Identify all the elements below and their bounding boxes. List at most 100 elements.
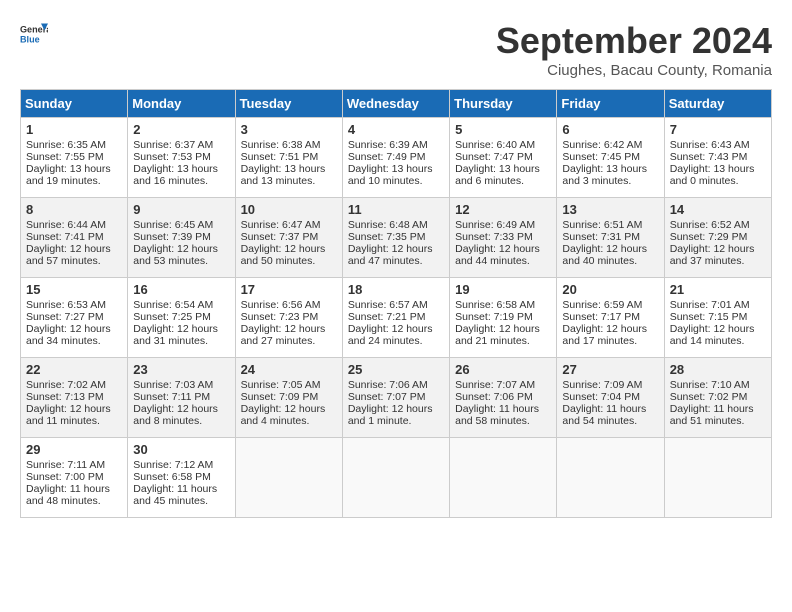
table-row: 6Sunrise: 6:42 AMSunset: 7:45 PMDaylight… <box>557 118 664 198</box>
table-row <box>557 438 664 518</box>
logo: General Blue <box>20 20 48 48</box>
day-number: 3 <box>241 122 337 137</box>
sunrise-text: Sunrise: 6:44 AM <box>26 219 106 231</box>
day-number: 10 <box>241 202 337 217</box>
col-saturday: Saturday <box>664 90 771 118</box>
sunrise-text: Sunrise: 7:12 AM <box>133 459 213 471</box>
sunrise-text: Sunrise: 6:45 AM <box>133 219 213 231</box>
sunrise-text: Sunrise: 6:35 AM <box>26 139 106 151</box>
day-number: 21 <box>670 282 766 297</box>
table-row: 22Sunrise: 7:02 AMSunset: 7:13 PMDayligh… <box>21 358 128 438</box>
sunset-text: Sunset: 7:15 PM <box>670 311 748 323</box>
daylight-label: Daylight: 13 hours and 13 minutes. <box>241 163 326 187</box>
sunrise-text: Sunrise: 7:05 AM <box>241 379 321 391</box>
sunset-text: Sunset: 7:47 PM <box>455 151 533 163</box>
sunrise-text: Sunrise: 6:37 AM <box>133 139 213 151</box>
sunrise-text: Sunrise: 6:51 AM <box>562 219 642 231</box>
daylight-label: Daylight: 12 hours and 34 minutes. <box>26 323 111 347</box>
sunset-text: Sunset: 7:07 PM <box>348 391 426 403</box>
table-row: 7Sunrise: 6:43 AMSunset: 7:43 PMDaylight… <box>664 118 771 198</box>
day-number: 1 <box>26 122 122 137</box>
table-row: 13Sunrise: 6:51 AMSunset: 7:31 PMDayligh… <box>557 198 664 278</box>
sunrise-text: Sunrise: 6:39 AM <box>348 139 428 151</box>
daylight-label: Daylight: 12 hours and 27 minutes. <box>241 323 326 347</box>
table-row: 4Sunrise: 6:39 AMSunset: 7:49 PMDaylight… <box>342 118 449 198</box>
table-row <box>235 438 342 518</box>
daylight-label: Daylight: 11 hours and 45 minutes. <box>133 483 217 507</box>
daylight-label: Daylight: 12 hours and 44 minutes. <box>455 243 540 267</box>
col-wednesday: Wednesday <box>342 90 449 118</box>
table-row: 24Sunrise: 7:05 AMSunset: 7:09 PMDayligh… <box>235 358 342 438</box>
sunrise-text: Sunrise: 6:43 AM <box>670 139 750 151</box>
sunrise-text: Sunrise: 7:10 AM <box>670 379 750 391</box>
sunset-text: Sunset: 7:02 PM <box>670 391 748 403</box>
day-number: 12 <box>455 202 551 217</box>
daylight-label: Daylight: 12 hours and 40 minutes. <box>562 243 647 267</box>
header-row: Sunday Monday Tuesday Wednesday Thursday… <box>21 90 772 118</box>
daylight-label: Daylight: 12 hours and 1 minute. <box>348 403 433 427</box>
table-row: 3Sunrise: 6:38 AMSunset: 7:51 PMDaylight… <box>235 118 342 198</box>
day-number: 6 <box>562 122 658 137</box>
day-number: 24 <box>241 362 337 377</box>
sunrise-text: Sunrise: 6:54 AM <box>133 299 213 311</box>
sunset-text: Sunset: 7:43 PM <box>670 151 748 163</box>
sunrise-text: Sunrise: 6:57 AM <box>348 299 428 311</box>
month-title: September 2024 <box>496 20 772 62</box>
sunset-text: Sunset: 7:23 PM <box>241 311 319 323</box>
table-row <box>342 438 449 518</box>
table-row: 25Sunrise: 7:06 AMSunset: 7:07 PMDayligh… <box>342 358 449 438</box>
sunrise-text: Sunrise: 6:47 AM <box>241 219 321 231</box>
col-monday: Monday <box>128 90 235 118</box>
sunrise-text: Sunrise: 7:11 AM <box>26 459 105 471</box>
table-row: 1Sunrise: 6:35 AMSunset: 7:55 PMDaylight… <box>21 118 128 198</box>
daylight-label: Daylight: 12 hours and 53 minutes. <box>133 243 218 267</box>
table-row: 9Sunrise: 6:45 AMSunset: 7:39 PMDaylight… <box>128 198 235 278</box>
day-number: 7 <box>670 122 766 137</box>
sunset-text: Sunset: 7:13 PM <box>26 391 104 403</box>
table-row: 29Sunrise: 7:11 AMSunset: 7:00 PMDayligh… <box>21 438 128 518</box>
sunset-text: Sunset: 7:53 PM <box>133 151 211 163</box>
title-block: September 2024 Ciughes, Bacau County, Ro… <box>496 20 772 79</box>
sunset-text: Sunset: 7:45 PM <box>562 151 640 163</box>
day-number: 4 <box>348 122 444 137</box>
day-number: 16 <box>133 282 229 297</box>
svg-text:Blue: Blue <box>20 34 40 44</box>
day-number: 20 <box>562 282 658 297</box>
daylight-label: Daylight: 12 hours and 57 minutes. <box>26 243 111 267</box>
location-subtitle: Ciughes, Bacau County, Romania <box>496 62 772 79</box>
col-friday: Friday <box>557 90 664 118</box>
table-row: 23Sunrise: 7:03 AMSunset: 7:11 PMDayligh… <box>128 358 235 438</box>
sunrise-text: Sunrise: 6:59 AM <box>562 299 642 311</box>
sunrise-text: Sunrise: 6:53 AM <box>26 299 106 311</box>
sunrise-text: Sunrise: 7:01 AM <box>670 299 750 311</box>
day-number: 29 <box>26 442 122 457</box>
sunset-text: Sunset: 7:19 PM <box>455 311 533 323</box>
sunset-text: Sunset: 7:29 PM <box>670 231 748 243</box>
day-number: 26 <box>455 362 551 377</box>
sunrise-text: Sunrise: 7:06 AM <box>348 379 428 391</box>
daylight-label: Daylight: 11 hours and 58 minutes. <box>455 403 539 427</box>
table-row: 20Sunrise: 6:59 AMSunset: 7:17 PMDayligh… <box>557 278 664 358</box>
sunrise-text: Sunrise: 7:03 AM <box>133 379 213 391</box>
table-row: 18Sunrise: 6:57 AMSunset: 7:21 PMDayligh… <box>342 278 449 358</box>
table-row: 17Sunrise: 6:56 AMSunset: 7:23 PMDayligh… <box>235 278 342 358</box>
sunset-text: Sunset: 7:06 PM <box>455 391 533 403</box>
sunset-text: Sunset: 7:25 PM <box>133 311 211 323</box>
daylight-label: Daylight: 12 hours and 14 minutes. <box>670 323 755 347</box>
day-number: 30 <box>133 442 229 457</box>
sunset-text: Sunset: 7:49 PM <box>348 151 426 163</box>
table-row <box>664 438 771 518</box>
table-row: 11Sunrise: 6:48 AMSunset: 7:35 PMDayligh… <box>342 198 449 278</box>
day-number: 5 <box>455 122 551 137</box>
table-row: 28Sunrise: 7:10 AMSunset: 7:02 PMDayligh… <box>664 358 771 438</box>
sunrise-text: Sunrise: 6:52 AM <box>670 219 750 231</box>
table-row: 12Sunrise: 6:49 AMSunset: 7:33 PMDayligh… <box>450 198 557 278</box>
sunset-text: Sunset: 7:37 PM <box>241 231 319 243</box>
calendar-week-row: 1Sunrise: 6:35 AMSunset: 7:55 PMDaylight… <box>21 118 772 198</box>
table-row: 21 Sunrise: 7:01 AMSunset: 7:15 PMDayligh… <box>664 278 771 358</box>
sunset-text: Sunset: 7:41 PM <box>26 231 104 243</box>
sunset-text: Sunset: 7:35 PM <box>348 231 426 243</box>
daylight-label: Daylight: 12 hours and 37 minutes. <box>670 243 755 267</box>
daylight-label: Daylight: 12 hours and 50 minutes. <box>241 243 326 267</box>
page-header: General Blue September 2024 Ciughes, Bac… <box>20 20 772 79</box>
